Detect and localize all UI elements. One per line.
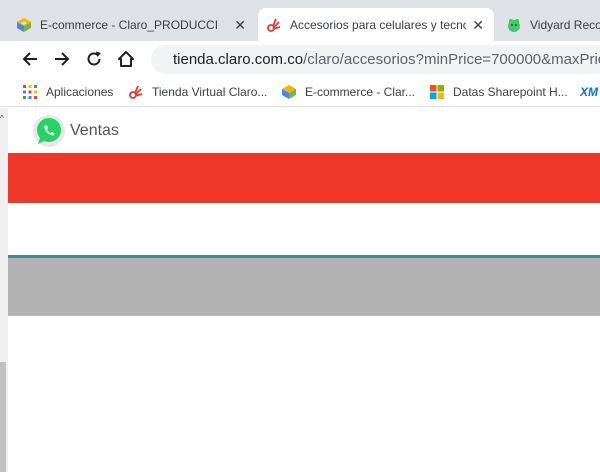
claro-logo-icon — [129, 85, 143, 99]
header-red-band — [8, 153, 600, 203]
bookmark-tienda-virtual[interactable]: Tienda Virtual Claro... — [128, 82, 267, 102]
scroll-up-arrow-icon[interactable]: ^ — [0, 114, 4, 123]
home-icon — [118, 51, 134, 67]
vidyard-icon — [508, 18, 520, 32]
bookmark-ecommerce[interactable]: E-commerce - Clar... — [281, 82, 415, 102]
bookmark-label: Aplicaciones — [46, 85, 114, 99]
back-button[interactable] — [18, 47, 42, 71]
scrollbar-thumb[interactable] — [0, 362, 6, 472]
address-bar[interactable]: tienda.claro.com.co/claro/accesorios?min… — [151, 45, 600, 74]
ventas-label: Ventas — [70, 122, 119, 139]
bookmark-xm[interactable]: XM — [580, 82, 598, 102]
scrollbar[interactable]: ^ — [0, 108, 8, 472]
browser-toolbar: tienda.claro.com.co/claro/accesorios?min… — [0, 41, 600, 77]
xm-logo-icon: XM — [580, 85, 598, 99]
reload-icon — [87, 51, 101, 66]
tab-vidyard[interactable]: Vidyard Reco — [506, 8, 600, 41]
tab-accesorios[interactable]: Accesorios para celulares y tecno ✕ — [258, 8, 494, 41]
microsoft-logo-icon — [430, 85, 444, 99]
ecommerce-cube-icon — [282, 85, 296, 99]
ventas-whatsapp-link[interactable]: Ventas — [32, 114, 119, 148]
bookmark-label: Datas Sharepoint H... — [453, 85, 568, 99]
tab-label: Accesorios para celulares y tecno — [290, 17, 466, 32]
close-tab-icon[interactable]: ✕ — [472, 17, 484, 34]
tab-label: Vidyard Reco — [530, 17, 600, 32]
url-path: /claro/accesorios?minPrice=700000&maxPri… — [303, 51, 600, 68]
page-content: ^ Ventas — [0, 108, 600, 472]
claro-logo-icon — [267, 18, 281, 32]
close-tab-icon[interactable]: ✕ — [234, 17, 246, 34]
ecommerce-cube-icon — [17, 17, 31, 32]
gray-banner — [8, 258, 600, 316]
home-button[interactable] — [114, 47, 138, 71]
browser-tab-strip: E-commerce - Claro_PRODUCCIO ✕ Accesorio… — [0, 0, 600, 41]
forward-button[interactable] — [50, 47, 74, 71]
bookmark-datas-sharepoint[interactable]: Datas Sharepoint H... — [429, 82, 568, 102]
bookmark-label: Tienda Virtual Claro... — [152, 85, 268, 99]
back-arrow-icon — [22, 52, 37, 66]
bookmarks-bar: Aplicaciones Tienda Virtual Claro... E-c… — [0, 77, 600, 107]
reload-button[interactable] — [82, 47, 106, 71]
tab-ecommerce[interactable]: E-commerce - Claro_PRODUCCIO ✕ — [16, 8, 256, 41]
bookmark-label: E-commerce - Clar... — [305, 85, 416, 99]
whatsapp-icon — [33, 115, 65, 147]
forward-arrow-icon — [55, 52, 70, 66]
tab-label: E-commerce - Claro_PRODUCCIO — [40, 17, 218, 32]
url-host: tienda.claro.com.co — [173, 51, 304, 68]
bookmark-aplicaciones[interactable]: Aplicaciones — [22, 82, 113, 102]
apps-grid-icon — [23, 85, 37, 99]
